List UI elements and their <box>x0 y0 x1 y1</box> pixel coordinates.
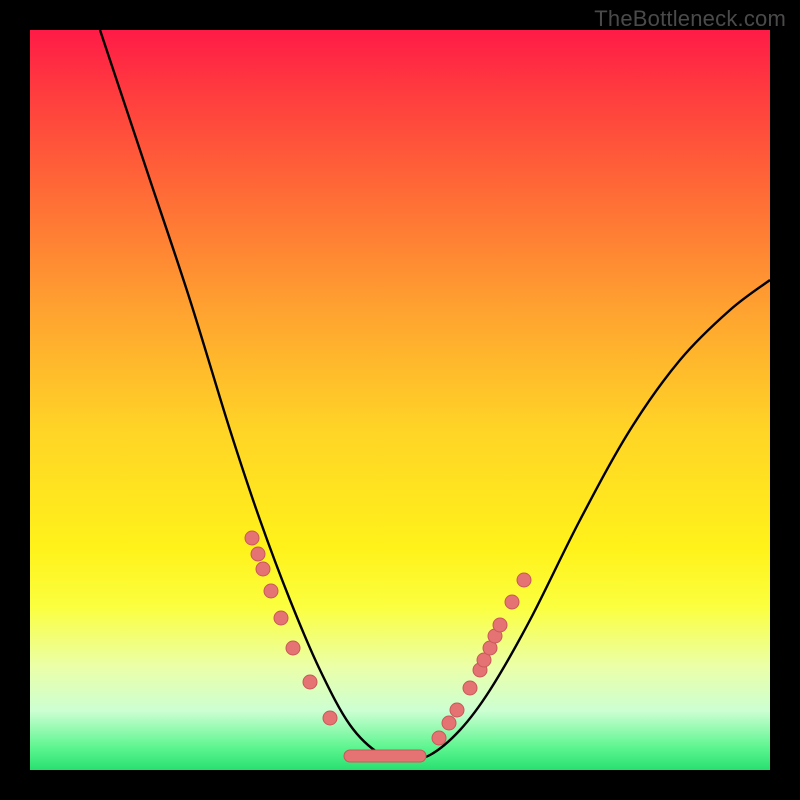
datapoint-dot <box>450 703 464 717</box>
bottleneck-curve <box>100 30 770 760</box>
right-cluster-dots <box>432 573 531 745</box>
datapoint-dot <box>517 573 531 587</box>
datapoint-dot <box>245 531 259 545</box>
datapoint-dot <box>323 711 337 725</box>
datapoint-dot <box>303 675 317 689</box>
datapoint-dot <box>432 731 446 745</box>
watermark-text: TheBottleneck.com <box>594 6 786 32</box>
chart-svg <box>30 30 770 770</box>
datapoint-dot <box>493 618 507 632</box>
chart-container: TheBottleneck.com <box>0 0 800 800</box>
datapoint-dot <box>256 562 270 576</box>
left-cluster-dots <box>245 531 337 725</box>
datapoint-dot <box>274 611 288 625</box>
datapoint-dot <box>251 547 265 561</box>
datapoint-dot <box>463 681 477 695</box>
datapoint-dot <box>264 584 278 598</box>
datapoint-dot <box>286 641 300 655</box>
plot-area <box>30 30 770 770</box>
optimal-range-bar <box>344 750 426 762</box>
datapoint-dot <box>442 716 456 730</box>
datapoint-dot <box>505 595 519 609</box>
